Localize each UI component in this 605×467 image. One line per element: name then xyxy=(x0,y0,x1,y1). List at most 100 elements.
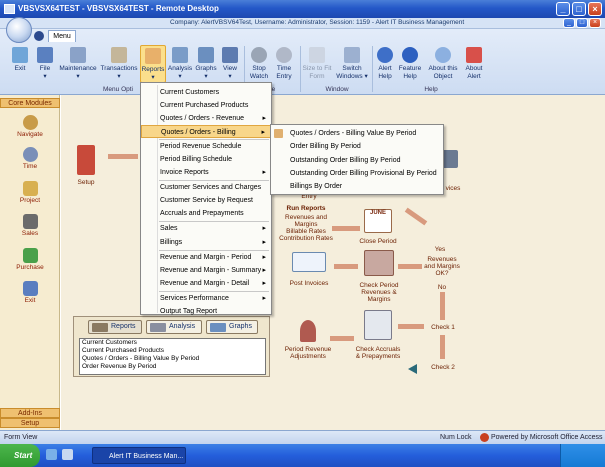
graphs-button[interactable]: Graphs ▾ xyxy=(194,47,218,81)
nav-sales[interactable]: Sales xyxy=(0,214,60,237)
nav-purchase[interactable]: Purchase xyxy=(0,248,60,271)
setup-header[interactable]: Setup xyxy=(0,418,60,428)
analysis-button[interactable]: Analysis ▾ xyxy=(167,47,193,81)
reports-menu-item[interactable]: Current Purchased Products xyxy=(141,99,271,112)
alert-help-button[interactable]: Alert Help xyxy=(374,47,396,81)
reports-menu-item[interactable]: Period Revenue Schedule xyxy=(141,140,271,153)
reports-menu-item[interactable]: Output Tag Report xyxy=(141,305,271,318)
quick-launch-icon[interactable] xyxy=(46,449,57,460)
reports-menu-item[interactable]: Quotes / Orders - Billing ▸ xyxy=(141,125,271,138)
list-item[interactable]: Order Revenue By Period xyxy=(80,363,265,371)
about-alert-button[interactable]: About Alert xyxy=(462,47,486,81)
file-button[interactable]: File ▾ xyxy=(34,47,56,81)
setup-icon[interactable] xyxy=(77,145,95,175)
menu-separator xyxy=(159,221,269,222)
billing-submenu-item[interactable]: Outstanding Order Billing Provisional By… xyxy=(271,167,443,180)
reports-menu-item[interactable]: Revenue and Margin - Summary ▸ xyxy=(141,264,271,277)
app-maximize-button[interactable]: □ xyxy=(576,18,588,28)
check-period-icon[interactable] xyxy=(364,250,394,276)
app-session-info: Company: AlertVBSV64Test, Username: Admi… xyxy=(170,19,465,26)
billing-submenu-item[interactable]: Outstanding Order Billing By Period xyxy=(271,154,443,167)
addins-header[interactable]: Add-Ins xyxy=(0,408,60,418)
core-modules-header[interactable]: Core Modules xyxy=(0,98,60,108)
nav-time[interactable]: Time xyxy=(0,147,60,170)
quick-launch-icon[interactable] xyxy=(62,449,73,460)
person-icon[interactable] xyxy=(300,320,316,342)
invoice-icon[interactable] xyxy=(292,252,326,272)
reports-menu-item[interactable]: Accruals and Prepayments xyxy=(141,207,271,220)
minimize-button[interactable]: _ xyxy=(556,2,570,16)
menu-item-icon xyxy=(144,294,153,303)
menu-item-label: Quotes / Orders - Revenue xyxy=(160,115,245,122)
window-titlebar[interactable]: VBSVSX64TEST - VBSVSX64TEST - Remote Des… xyxy=(0,0,605,18)
reports-menu-item[interactable]: Current Customers xyxy=(141,86,271,99)
size-to-fit-button[interactable]: Size to Fit Form xyxy=(302,47,332,81)
setup-label: Setup xyxy=(77,179,95,186)
feature-help-button[interactable]: Feature Help xyxy=(398,47,422,81)
checklist-icon[interactable] xyxy=(364,310,392,340)
back-arrow-icon[interactable] xyxy=(408,364,417,374)
tab-graphs[interactable]: Graphs xyxy=(206,320,258,334)
menu-item-icon xyxy=(144,253,153,262)
time-entry-button[interactable]: Time Entry xyxy=(273,47,295,81)
period-revenue-adj-line: Period Revenue xyxy=(284,346,332,353)
alert-logo-icon xyxy=(466,47,482,63)
menu-item-icon xyxy=(144,168,153,177)
reports-menu-item[interactable]: Period Billing Schedule xyxy=(141,153,271,166)
check-accruals-line: Check Accruals xyxy=(355,346,401,353)
exit-button[interactable]: Exit xyxy=(10,47,30,73)
menu-item-icon xyxy=(144,88,153,97)
run-reports-line: Billable Rates xyxy=(286,228,326,235)
maintenance-button[interactable]: Maintenance ▾ xyxy=(58,47,98,81)
reports-menu-item[interactable]: Customer Service by Request xyxy=(141,194,271,207)
chevron-right-icon: ▸ xyxy=(262,115,266,122)
submenu-item-label: Order Billing By Period xyxy=(290,143,361,151)
check-period-line: Margins xyxy=(367,296,391,303)
calendar-icon[interactable]: JUNE xyxy=(364,209,392,233)
billing-submenu-item[interactable]: Billings By Order xyxy=(271,180,443,193)
start-button[interactable]: Start xyxy=(0,444,40,467)
tab-analysis[interactable]: Analysis xyxy=(146,320,202,334)
reports-menu-item[interactable]: Services Performance ▸ xyxy=(141,292,271,305)
list-item[interactable]: Current Customers xyxy=(80,339,265,347)
reports-menu-item[interactable]: Sales ▸ xyxy=(141,222,271,235)
app-titlebar: Company: AlertVBSV64Test, Username: Admi… xyxy=(0,18,605,29)
list-item[interactable]: Quotes / Orders - Billing Value By Perio… xyxy=(80,355,265,363)
about-object-button[interactable]: About this Object xyxy=(426,47,460,81)
reports-button[interactable]: Reports ▾ xyxy=(140,45,166,83)
nav-exit[interactable]: Exit xyxy=(0,281,60,304)
billing-submenu-item[interactable]: Quotes / Orders - Billing Value By Perio… xyxy=(271,127,443,140)
report-list[interactable]: Current Customers Current Purchased Prod… xyxy=(79,338,266,375)
reports-menu-item[interactable]: Billings ▸ xyxy=(141,236,271,249)
app-close-button[interactable]: × xyxy=(589,18,601,28)
office-orb-button[interactable] xyxy=(6,17,32,43)
view-button[interactable]: View ▾ xyxy=(220,47,240,81)
reports-icon xyxy=(92,323,108,332)
transactions-button[interactable]: Transactions ▾ xyxy=(100,47,138,81)
menu-item-label: Sales xyxy=(160,225,178,232)
menu-separator xyxy=(159,139,269,140)
maximize-button[interactable]: □ xyxy=(572,2,586,16)
app-minimize-button[interactable]: _ xyxy=(563,18,575,28)
nav-project[interactable]: Project xyxy=(0,181,60,204)
quick-access-icon[interactable] xyxy=(34,31,44,41)
menu-item-label: Customer Services and Charges xyxy=(160,184,262,191)
reports-menu-item[interactable]: Customer Services and Charges xyxy=(141,181,271,194)
taskbar-app-button[interactable]: Alert IT Business Man... xyxy=(92,447,186,464)
nav-navigate[interactable]: Navigate xyxy=(0,115,60,138)
close-button[interactable]: × xyxy=(588,2,602,16)
reports-menu-item[interactable]: Invoice Reports ▸ xyxy=(141,166,271,179)
stopwatch-button[interactable]: Stop Watch xyxy=(248,47,270,81)
analysis-icon xyxy=(172,47,188,63)
reports-menu-item[interactable]: Revenue and Margin - Detail ▸ xyxy=(141,277,271,290)
billing-submenu-item[interactable]: Order Billing By Period xyxy=(271,140,443,153)
no-label: No xyxy=(437,284,447,291)
tab-reports[interactable]: Reports xyxy=(88,320,142,334)
chevron-right-icon: ▸ xyxy=(262,254,266,261)
switch-windows-button[interactable]: Switch Windows ▾ xyxy=(335,47,369,81)
menu-item-label: Billings xyxy=(160,239,183,246)
list-item[interactable]: Current Purchased Products xyxy=(80,347,265,355)
reports-menu-item[interactable]: Quotes / Orders - Revenue ▸ xyxy=(141,112,271,125)
reports-menu-item[interactable]: Revenue and Margin - Period ▸ xyxy=(141,251,271,264)
tab-menu[interactable]: Menu xyxy=(48,30,76,42)
